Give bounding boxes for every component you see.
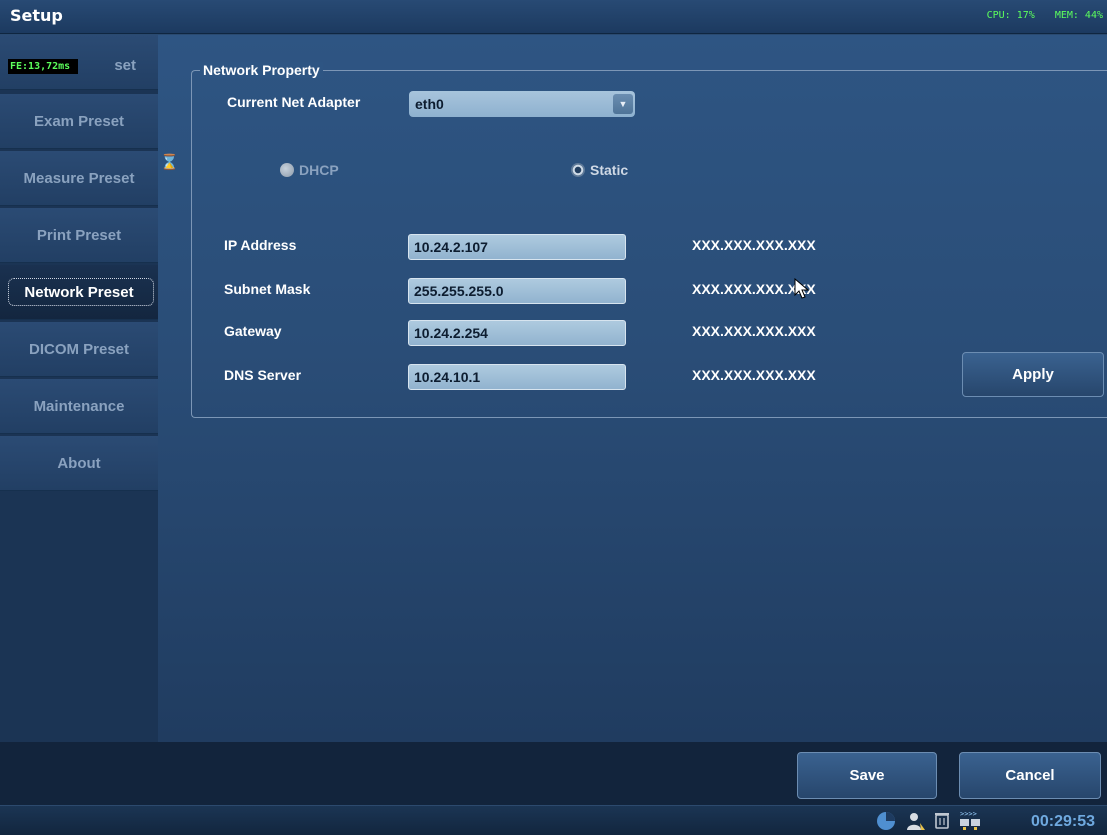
subnet-mask-label: Subnet Mask: [224, 281, 311, 297]
sidebar-item-label: set: [114, 57, 136, 74]
ip-address-input[interactable]: 10.24.2.107: [408, 234, 626, 260]
sidebar-item-label: Exam Preset: [33, 112, 125, 130]
sidebar-item-label: About: [57, 454, 101, 472]
mouse-cursor-icon: [794, 278, 810, 299]
cancel-button[interactable]: Cancel: [959, 752, 1101, 799]
dns-server-input[interactable]: 10.24.10.1: [408, 364, 626, 390]
adapter-label: Current Net Adapter: [227, 94, 361, 110]
sidebar-item-exam-preset[interactable]: Exam Preset: [0, 94, 158, 149]
ip-address-label: IP Address: [224, 237, 297, 253]
dns-format-hint: XXX.XXX.XXX.XXX: [692, 367, 816, 383]
sidebar-item-print-preset[interactable]: Print Preset: [0, 208, 158, 263]
sidebar-item-measure-preset[interactable]: Measure Preset: [0, 151, 158, 206]
trash-icon: [935, 813, 949, 829]
frame-time-badge: FE:13,72ms: [8, 59, 78, 74]
ip-format-hint: XXX.XXX.XXX.XXX: [692, 237, 816, 253]
static-radio[interactable]: Static: [571, 162, 628, 178]
static-label: Static: [590, 162, 629, 178]
window-title: Setup: [10, 6, 63, 25]
sidebar-item-dicom-preset[interactable]: DICOM Preset: [0, 322, 158, 377]
user-icon: [907, 813, 925, 830]
cpu-usage: CPU: 17%: [986, 10, 1035, 21]
system-monitor: CPU: 17% MEM: 44%: [973, 10, 1103, 21]
sidebar-item-about[interactable]: About: [0, 436, 158, 491]
apply-button[interactable]: Apply: [962, 352, 1104, 397]
net-adapter-value: eth0: [415, 96, 444, 112]
clock: 00:29:53: [1030, 813, 1095, 830]
network-transfer-icon: >>>>: [960, 810, 980, 830]
svg-text:>>>>: >>>>: [960, 810, 977, 818]
dns-server-label: DNS Server: [224, 367, 302, 383]
sidebar-item-network-preset[interactable]: Network Preset: [0, 265, 158, 320]
sidebar: FE:13,72ms set Exam Preset Measure Prese…: [0, 35, 158, 742]
sidebar-item-maintenance[interactable]: Maintenance: [0, 379, 158, 434]
radio-unchecked-icon: [280, 163, 294, 177]
title-bar: Setup CPU: 17% MEM: 44%: [0, 0, 1107, 34]
radio-checked-icon: [571, 163, 585, 177]
net-adapter-select[interactable]: eth0 ▼: [409, 91, 635, 117]
bottom-action-bar: [0, 742, 1107, 805]
save-button[interactable]: Save: [797, 752, 937, 799]
dhcp-radio[interactable]: DHCP: [280, 162, 339, 178]
mem-usage: MEM: 44%: [1054, 10, 1103, 21]
status-bar: >>>> 00:29:53: [0, 805, 1107, 835]
gateway-label: Gateway: [224, 323, 282, 339]
disk-usage-icon: [877, 812, 895, 830]
gateway-format-hint: XXX.XXX.XXX.XXX: [692, 323, 816, 339]
subnet-mask-input[interactable]: 255.255.255.0: [408, 278, 626, 304]
sidebar-item-system-preset[interactable]: FE:13,72ms set: [0, 35, 158, 90]
focus-ring: [8, 278, 154, 306]
chevron-down-icon[interactable]: ▼: [613, 94, 633, 114]
sidebar-item-label: Print Preset: [36, 226, 122, 244]
gateway-input[interactable]: 10.24.2.254: [408, 320, 626, 346]
sidebar-item-label: Maintenance: [33, 397, 125, 415]
sidebar-item-label: Measure Preset: [23, 169, 135, 187]
hourglass-icon: ⌛: [160, 153, 179, 171]
dhcp-label: DHCP: [299, 162, 339, 178]
sidebar-item-label: DICOM Preset: [28, 340, 130, 358]
group-title: Network Property: [200, 62, 323, 78]
